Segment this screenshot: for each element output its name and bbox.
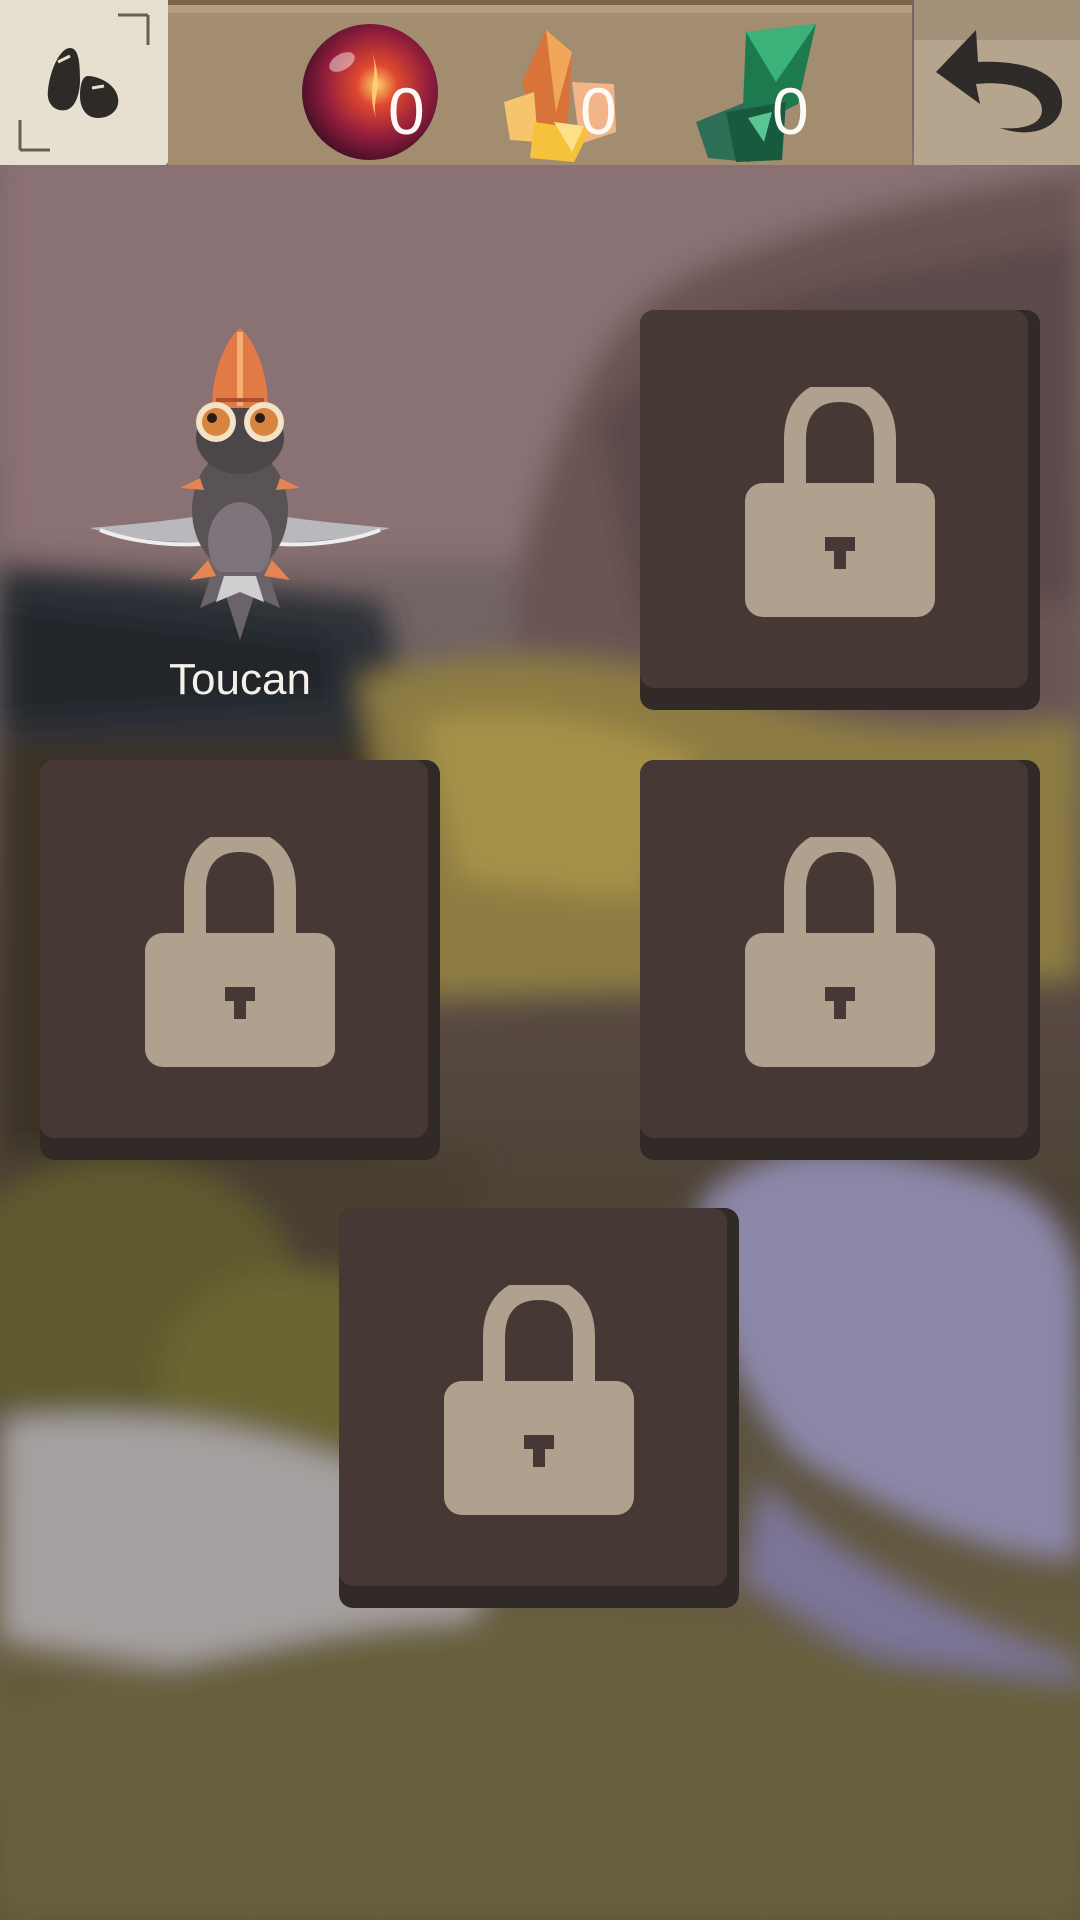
undo-arrow-icon	[914, 0, 1080, 169]
lock-icon	[145, 829, 335, 1071]
emerald-crystal-resource: 0	[686, 22, 826, 162]
creature-slot-toucan[interactable]: Toucan	[40, 310, 440, 710]
lock-icon	[745, 379, 935, 621]
back-button[interactable]	[914, 0, 1080, 165]
lock-icon	[745, 829, 935, 1071]
locked-creature-slot[interactable]	[40, 760, 440, 1160]
emerald-crystal-count: 0	[772, 74, 809, 148]
amber-crystal-resource: 0	[494, 22, 634, 162]
locked-creature-slot[interactable]	[339, 1208, 739, 1608]
fire-orb-resource: 0	[302, 22, 442, 162]
toucan-icon	[40, 310, 440, 654]
amber-crystal-icon	[494, 30, 634, 166]
locked-creature-slot[interactable]	[640, 310, 1040, 710]
amber-crystal-count: 0	[580, 74, 617, 148]
stones-icon	[0, 0, 168, 169]
emerald-crystal-icon	[686, 24, 826, 166]
fire-orb-icon	[302, 24, 442, 166]
creature-name: Toucan	[169, 655, 311, 704]
locked-creature-slot[interactable]	[640, 760, 1040, 1160]
collection-button[interactable]	[0, 0, 168, 165]
top-bar: 0 0 0	[0, 0, 1080, 165]
lock-icon	[444, 1277, 634, 1519]
fire-orb-count: 0	[388, 74, 425, 148]
